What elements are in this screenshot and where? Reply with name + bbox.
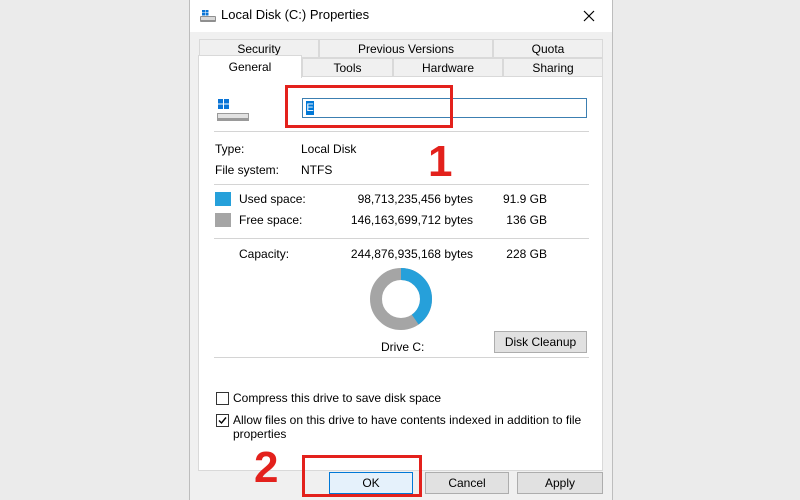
file-system-value: NTFS [301, 163, 333, 177]
window-title: Local Disk (C:) Properties [221, 7, 370, 22]
free-space-label: Free space: [239, 213, 303, 227]
title-bar: Local Disk (C:) Properties [190, 0, 612, 32]
capacity-bytes: 244,876,935,168 bytes [350, 247, 473, 261]
index-checkbox[interactable] [216, 414, 229, 427]
divider [214, 184, 589, 185]
used-space-size: 91.9 GB [502, 192, 547, 206]
tab-hardware[interactable]: Hardware [393, 58, 503, 77]
properties-dialog: Local Disk (C:) Properties Security Prev… [189, 0, 613, 500]
tab-quota[interactable]: Quota [493, 39, 603, 58]
annotation-number-1: 1 [428, 137, 453, 186]
free-space-size: 136 GB [506, 213, 547, 227]
divider [214, 131, 589, 132]
drive-icon [200, 10, 216, 22]
tab-tools[interactable]: Tools [302, 58, 393, 77]
disk-cleanup-button[interactable]: Disk Cleanup [494, 331, 587, 353]
free-space-bytes: 146,163,699,712 bytes [350, 213, 473, 227]
annotation-box-1 [285, 85, 453, 128]
annotation-box-2 [302, 455, 422, 497]
used-space-label: Used space: [239, 192, 306, 206]
divider [214, 357, 589, 358]
tab-previous-versions[interactable]: Previous Versions [319, 39, 493, 58]
close-icon [583, 10, 595, 22]
capacity-size: 228 GB [506, 247, 547, 261]
type-label: Type: [215, 142, 245, 156]
apply-button[interactable]: Apply [517, 472, 603, 494]
drive-icon [217, 99, 249, 121]
tab-general[interactable]: General [198, 55, 302, 78]
annotation-number-2: 2 [254, 443, 279, 492]
free-space-swatch [215, 213, 231, 227]
usage-donut-chart [370, 268, 432, 330]
index-label-line1: Allow files on this drive to have conten… [233, 413, 582, 427]
close-button[interactable] [566, 0, 612, 32]
index-label-line2: properties [233, 427, 287, 441]
compress-label: Compress this drive to save disk space [233, 391, 442, 405]
drive-label: Drive C: [381, 340, 425, 354]
file-system-label: File system: [215, 163, 280, 177]
general-panel: E Type: Local Disk File system: NTFS Use… [198, 76, 603, 471]
compress-checkbox[interactable] [216, 392, 229, 405]
checkmark-icon [218, 417, 227, 425]
tab-sharing[interactable]: Sharing [503, 58, 603, 77]
type-value: Local Disk [301, 142, 357, 156]
used-space-swatch [215, 192, 231, 206]
capacity-label: Capacity: [239, 247, 290, 261]
cancel-button[interactable]: Cancel [425, 472, 509, 494]
divider [214, 238, 589, 239]
used-space-bytes: 98,713,235,456 bytes [357, 192, 473, 206]
